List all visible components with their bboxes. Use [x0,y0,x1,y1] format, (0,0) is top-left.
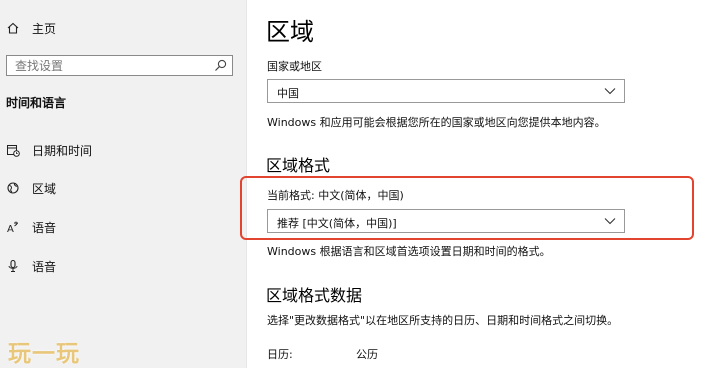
format-dropdown[interactable]: 推荐 [中文(简体，中国)] [267,209,625,233]
sidebar-item-label: 区域 [32,181,57,196]
search-box[interactable] [6,55,233,76]
country-description: Windows 和应用可能会根据您所在的国家或地区向您提供本地内容。 [267,116,606,129]
sidebar-item-label: 日期和时间 [32,143,93,158]
sidebar-item-label: 语音 [32,220,57,235]
country-value: 中国 [277,87,299,100]
country-dropdown[interactable]: 中国 [267,79,625,103]
speech-icon: A [6,220,20,234]
home-icon [7,22,19,34]
format-description: Windows 根据语言和区域首选项设置日期和时间的格式。 [267,245,551,258]
sidebar-item-speech[interactable]: A 语音 [6,217,56,237]
calendar-label: 日历: [267,348,293,361]
svg-text:A: A [7,224,14,234]
home-nav-item[interactable]: 主页 [6,18,56,38]
format-data-description: 选择"更改数据格式"以在地区所支持的日历、日期和时间格式之间切换。 [267,314,619,327]
region-format-title: 区域格式 [266,156,331,175]
country-label: 国家或地区 [267,60,322,73]
sidebar-item-label: 语音 [32,259,57,274]
calendar-value: 公历 [356,348,378,361]
sidebar: 主页 时间和语言 日期和时间 区域 [0,0,246,368]
home-label: 主页 [32,21,57,36]
page-title: 区域 [266,18,314,46]
chevron-down-icon [604,218,616,225]
format-value: 推荐 [中文(简体，中国)] [277,217,397,230]
search-input[interactable] [7,56,215,75]
microphone-icon [6,259,20,273]
search-icon[interactable] [214,59,227,72]
calendar-clock-icon [6,143,20,157]
globe-icon [6,181,20,195]
chevron-down-icon [604,88,616,95]
format-data-title: 区域格式数据 [266,286,363,305]
current-format-label: 当前格式: 中文(简体，中国) [267,189,404,202]
watermark-logo: 玩一玩 [8,341,80,367]
section-title: 时间和语言 [6,96,67,110]
sidebar-item-date-time[interactable]: 日期和时间 [6,140,92,160]
sidebar-item-region[interactable]: 区域 [6,178,56,198]
sidebar-item-voice[interactable]: 语音 [6,256,56,276]
